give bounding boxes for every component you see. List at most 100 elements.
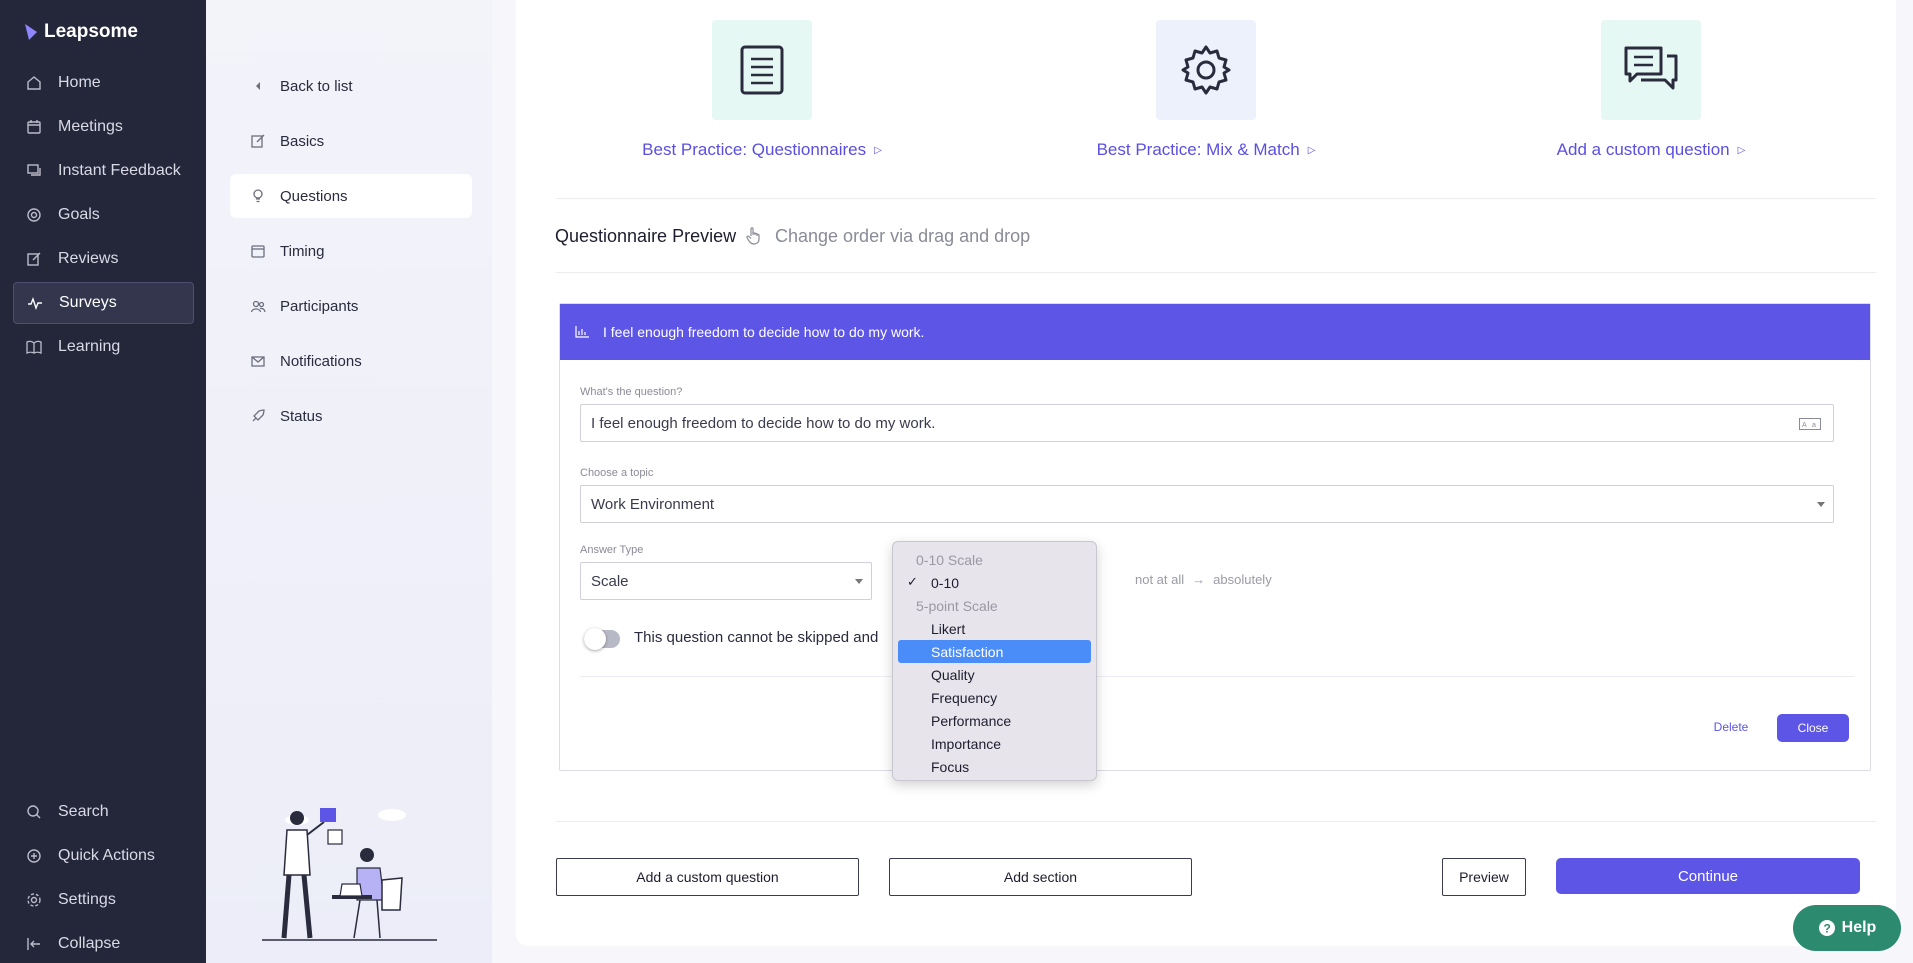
best-practice-questionnaires[interactable]: Best Practice: Questionnaires ▷ — [612, 20, 912, 160]
back-to-list-label: Back to list — [280, 77, 353, 95]
chevron-right-icon: ▷ — [1737, 144, 1746, 156]
chevron-left-icon — [256, 82, 260, 90]
sidebar-item-label: Search — [58, 803, 109, 820]
question-header-text: I feel enough freedom to decide how to d… — [603, 324, 925, 340]
question-field-label: What's the question? — [580, 386, 683, 398]
best-practice-label: Best Practice: Questionnaires — [642, 140, 867, 159]
question-editor-card: I feel enough freedom to decide how to d… — [559, 303, 1871, 771]
sidebar-item-instant-feedback[interactable]: Instant Feedback — [13, 150, 194, 192]
target-icon — [27, 208, 41, 222]
dropdown-option-importance[interactable]: Importance — [898, 732, 1091, 755]
leapsome-logo[interactable]: Leapsome — [24, 20, 138, 44]
add-custom-question-button[interactable]: Add a custom question — [556, 858, 859, 896]
subnav-item-timing[interactable]: Timing — [230, 229, 472, 273]
questionnaire-preview-title: Questionnaire Preview — [555, 226, 737, 246]
best-practice-mix-match[interactable]: Best Practice: Mix & Match ▷ — [1056, 20, 1356, 160]
chevron-right-icon: ▷ — [874, 144, 882, 156]
pulse-icon — [28, 296, 42, 311]
answer-type-select[interactable]: Scale — [580, 562, 872, 600]
scale-type-dropdown[interactable]: 0-10 Scale ✓ 0-10 5-point Scale Likert Sa… — [892, 541, 1097, 781]
close-button[interactable]: Close — [1777, 714, 1849, 742]
sidebar-item-label: Goals — [58, 206, 100, 223]
dropdown-group-header: 0-10 Scale — [916, 551, 983, 568]
dropdown-option-frequency[interactable]: Frequency — [898, 686, 1091, 709]
continue-button[interactable]: Continue — [1556, 858, 1860, 894]
best-practice-tile[interactable] — [1156, 20, 1256, 120]
sidebar-item-label: Quick Actions — [58, 847, 155, 864]
edit-icon — [27, 252, 41, 266]
subnav-item-label: Notifications — [280, 352, 362, 370]
home-icon — [27, 76, 41, 90]
sidebar-item-label: Meetings — [58, 118, 123, 135]
sidebar-item-settings[interactable]: Settings — [13, 879, 194, 921]
bar-chart-icon — [575, 326, 589, 338]
dropdown-option-quality[interactable]: Quality — [898, 663, 1091, 686]
dropdown-option-0-10[interactable]: ✓ 0-10 — [898, 571, 1091, 594]
divider — [556, 821, 1876, 822]
gear-icon — [1181, 45, 1231, 95]
required-toggle[interactable] — [584, 628, 620, 650]
edit-icon — [251, 134, 265, 148]
subnav-item-participants[interactable]: Participants — [230, 284, 472, 328]
subnav-item-label: Status — [280, 407, 323, 425]
hand-pointer-icon — [746, 227, 760, 245]
question-input-value: I feel enough freedom to decide how to d… — [591, 414, 936, 432]
sidebar-item-surveys[interactable]: Surveys — [13, 282, 194, 324]
dropdown-option-focus[interactable]: Focus — [898, 755, 1091, 778]
dropdown-option-performance[interactable]: Performance — [898, 709, 1091, 732]
sidebar-item-label: Learning — [58, 338, 121, 355]
scale-range: not at all → absolutely — [1135, 572, 1272, 587]
sidebar-item-home[interactable]: Home — [13, 62, 194, 104]
subnav-item-label: Questions — [280, 187, 348, 205]
best-practice-tile[interactable] — [1601, 20, 1701, 120]
best-practice-tile[interactable] — [712, 20, 812, 120]
translate-icon[interactable]: Aa — [1799, 418, 1821, 430]
subnav-item-notifications[interactable]: Notifications — [230, 339, 472, 383]
scale-high-label: absolutely — [1213, 572, 1272, 587]
people-icon — [250, 300, 266, 313]
topic-select[interactable]: Work Environment — [580, 485, 1834, 523]
lightbulb-icon — [253, 189, 263, 203]
svg-text:A: A — [1802, 422, 1807, 429]
question-card-header[interactable]: I feel enough freedom to decide how to d… — [560, 304, 1870, 360]
subnav-item-basics[interactable]: Basics — [230, 119, 472, 163]
subnav-item-label: Basics — [280, 132, 325, 150]
rocket-icon — [252, 409, 265, 422]
survey-subnav: Back to list Basics Questions Timing Par… — [206, 0, 492, 963]
book-icon — [26, 340, 42, 355]
sidebar-item-collapse[interactable]: Collapse — [13, 923, 194, 963]
checkmark-icon: ✓ — [907, 574, 918, 589]
sidebar-item-reviews[interactable]: Reviews — [13, 238, 194, 280]
subnav-item-status[interactable]: Status — [230, 394, 472, 438]
sidebar-item-goals[interactable]: Goals — [13, 194, 194, 236]
dropdown-option-likert[interactable]: Likert — [898, 617, 1091, 640]
delete-button[interactable]: Delete — [1706, 714, 1756, 740]
sidebar-item-label: Settings — [58, 891, 116, 908]
sidebar-item-quick-actions[interactable]: Quick Actions — [13, 835, 194, 877]
drag-drop-hint: Change order via drag and drop — [775, 226, 1031, 246]
best-practice-questionnaires-link[interactable]: Best Practice: Questionnaires ▷ — [642, 140, 882, 160]
chat-icon — [1624, 46, 1678, 90]
best-practice-custom-question[interactable]: Add a custom question ▷ — [1501, 20, 1801, 160]
best-practice-label: Best Practice: Mix & Match — [1096, 140, 1300, 159]
arrow-right-icon: → — [1192, 572, 1206, 587]
dropdown-option-label: 0-10 — [931, 574, 960, 591]
sidebar-item-label: Collapse — [58, 935, 121, 952]
back-to-list-link[interactable]: Back to list — [230, 64, 472, 108]
sidebar-item-meetings[interactable]: Meetings — [13, 106, 194, 148]
add-custom-question-link[interactable]: Add a custom question ▷ — [1557, 140, 1746, 160]
main-content: Best Practice: Questionnaires ▷ Best Pra… — [516, 0, 1896, 946]
chevron-right-icon: ▷ — [1307, 144, 1316, 156]
mail-icon — [251, 356, 265, 367]
add-section-button[interactable]: Add section — [889, 858, 1192, 896]
dropdown-option-satisfaction[interactable]: Satisfaction — [898, 640, 1091, 663]
best-practice-mix-match-link[interactable]: Best Practice: Mix & Match ▷ — [1097, 140, 1316, 160]
preview-button[interactable]: Preview — [1442, 858, 1526, 896]
sidebar-item-label: Surveys — [59, 294, 117, 311]
help-button[interactable]: ? Help — [1793, 905, 1901, 951]
subnav-item-questions[interactable]: Questions — [230, 174, 472, 218]
sidebar-item-search[interactable]: Search — [13, 791, 194, 833]
best-practice-label: Add a custom question — [1556, 140, 1730, 159]
sidebar-item-learning[interactable]: Learning — [13, 326, 194, 368]
question-input[interactable]: I feel enough freedom to decide how to d… — [580, 404, 1834, 442]
